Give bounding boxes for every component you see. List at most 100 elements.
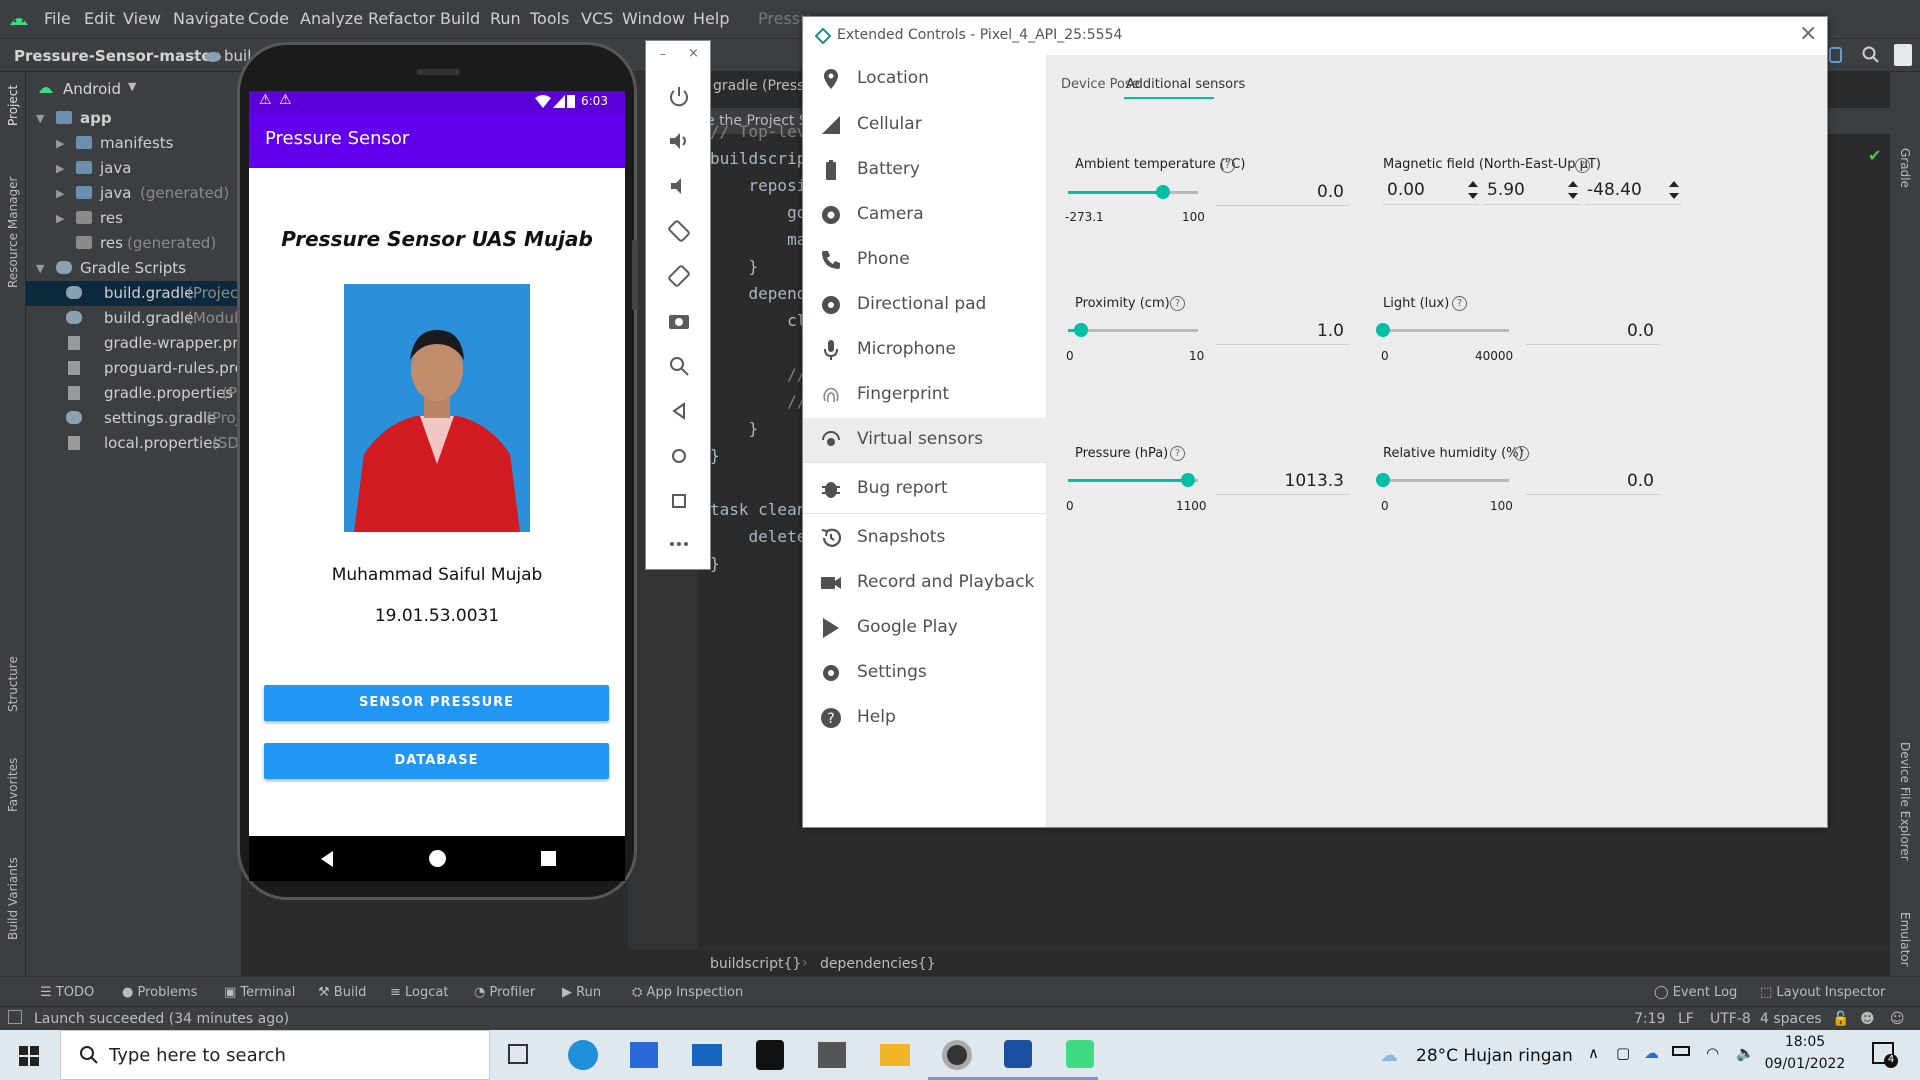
app-inspection-tool-button[interactable]: ⛭ App Inspection (632, 985, 743, 1000)
sidebar-item-microphone[interactable]: Microphone (803, 328, 1047, 372)
volume-down-icon[interactable] (666, 173, 692, 199)
sensor-pressure-button[interactable]: SENSOR PRESSURE (264, 685, 609, 721)
android-studio-taskbar-icon[interactable] (1066, 1040, 1094, 1068)
menu-vcs[interactable]: VCS (581, 9, 613, 28)
tab-additional-sensors[interactable]: Additional sensors (1126, 77, 1245, 92)
user-icon[interactable]: ☻ (1860, 1011, 1875, 1027)
mail-icon[interactable] (692, 1044, 722, 1066)
status-message[interactable]: Launch succeeded (34 minutes ago) (34, 1011, 289, 1027)
store-icon[interactable] (630, 1042, 658, 1068)
spinner-arrows-icon[interactable] (1567, 179, 1579, 201)
tree-item-proguard-rules[interactable]: proguard-rules.pro (26, 356, 241, 381)
menu-code[interactable]: Code (248, 9, 289, 28)
ide-sync-icon[interactable] (1894, 44, 1912, 66)
sidebar-item-battery[interactable]: Battery (803, 148, 1047, 192)
menu-build[interactable]: Build (440, 9, 480, 28)
tree-item-gradle-scripts[interactable]: ▼ Gradle Scripts (26, 256, 241, 281)
menu-help[interactable]: Help (693, 9, 729, 28)
device-file-explorer-tool-tab[interactable]: Device File Explorer (1898, 742, 1912, 861)
tree-item-manifests[interactable]: ▶ manifests (26, 131, 241, 156)
back-nav-icon[interactable] (319, 850, 335, 868)
relative-humidity-slider[interactable] (1376, 473, 1390, 487)
status-toggle-icon[interactable] (8, 1010, 22, 1024)
search-everywhere-icon[interactable] (1862, 46, 1880, 64)
breadcrumb-dependencies[interactable]: dependencies{} (820, 956, 936, 972)
help-icon[interactable]: ? (1220, 158, 1235, 173)
power-icon[interactable] (666, 83, 692, 109)
nav-project-name[interactable]: Pressure-Sensor-master (14, 47, 219, 65)
build-variants-tool-tab[interactable]: Build Variants (6, 857, 20, 940)
task-view-icon[interactable] (508, 1044, 528, 1064)
build-tool-button[interactable]: ⚒ Build (318, 985, 366, 1000)
minimize-icon[interactable]: – (660, 47, 666, 61)
cloud-sync-icon[interactable]: ☁ (1644, 1044, 1659, 1062)
magnetic-field-x-input[interactable]: 0.00 (1383, 175, 1479, 205)
menu-run[interactable]: Run (490, 9, 521, 28)
overview-icon[interactable] (666, 488, 692, 514)
word-icon[interactable] (1004, 1040, 1032, 1068)
clock-time[interactable]: 18:05 (1770, 1034, 1840, 1050)
tree-item-java[interactable]: ▶ java (26, 156, 241, 181)
database-button[interactable]: DATABASE (264, 743, 609, 779)
windows-start-icon[interactable] (19, 1046, 39, 1066)
help-icon[interactable]: ? (1170, 296, 1185, 311)
layout-inspector-tool-button[interactable]: ⬚ Layout Inspector (1760, 985, 1885, 1000)
proximity-input[interactable]: 1.0 (1216, 317, 1350, 345)
tree-item-res[interactable]: ▶ res (26, 206, 241, 231)
project-view-selector[interactable]: Android (63, 80, 121, 98)
sidebar-item-record-and-playback[interactable]: Record and Playback (803, 561, 1047, 605)
device-manager-icon[interactable] (1826, 45, 1846, 65)
help-icon[interactable]: ? (1170, 446, 1185, 461)
battery-tray-icon[interactable] (1672, 1046, 1690, 1056)
edge-browser-icon[interactable] (568, 1040, 598, 1070)
ambient-temperature-input[interactable]: 0.0 (1216, 178, 1350, 206)
emulator-tool-tab[interactable]: Emulator (1898, 912, 1912, 967)
back-icon[interactable] (666, 398, 692, 424)
sidebar-item-location[interactable]: Location (803, 57, 1047, 101)
menu-tools[interactable]: Tools (530, 9, 569, 28)
help-icon[interactable]: ? (1452, 296, 1467, 311)
lock-icon[interactable]: 🔓 (1832, 1011, 1849, 1027)
home-icon[interactable] (666, 443, 692, 469)
sidebar-item-settings[interactable]: Settings (803, 651, 1047, 695)
magnetic-field-z-input[interactable]: -48.40 (1585, 175, 1681, 205)
sidebar-item-phone[interactable]: Phone (803, 238, 1047, 282)
dolby-app-icon[interactable] (756, 1040, 784, 1070)
resource-manager-tool-tab[interactable]: Resource Manager (6, 177, 20, 288)
home-nav-icon[interactable] (429, 850, 446, 867)
todo-tool-button[interactable]: ☰ TODO (40, 985, 94, 1000)
close-window-icon[interactable]: × (1799, 21, 1817, 46)
menu-file[interactable]: File (44, 9, 71, 28)
run-tool-button[interactable]: ▶ Run (562, 985, 601, 1000)
close-icon[interactable]: × (688, 46, 699, 61)
sidebar-item-virtual-sensors[interactable]: Virtual sensors (803, 418, 1047, 462)
profiler-tool-button[interactable]: ◔ Profiler (474, 985, 535, 1000)
proximity-slider[interactable] (1074, 323, 1088, 337)
relative-humidity-input[interactable]: 0.0 (1526, 467, 1660, 495)
spinner-arrows-icon[interactable] (1467, 179, 1479, 201)
tree-item-java-generated[interactable]: ▶ java (generated) (26, 181, 241, 206)
tree-item-settings-gradle[interactable]: settings.gradle (Proj (26, 406, 241, 431)
wifi-tray-icon[interactable]: ◠ (1706, 1044, 1719, 1062)
ambient-temperature-slider[interactable] (1156, 185, 1171, 199)
volume-up-icon[interactable] (666, 128, 692, 154)
project-tool-tab[interactable]: Project (6, 85, 20, 126)
logcat-tool-button[interactable]: ≡ Logcat (390, 985, 448, 1000)
help-icon[interactable]: ? (1575, 158, 1590, 173)
tree-item-res-generated[interactable]: res (generated) (26, 231, 241, 256)
menu-refactor[interactable]: Refactor (368, 9, 435, 28)
sidebar-item-snapshots[interactable]: Snapshots (803, 516, 1047, 560)
caret-position[interactable]: 7:19 (1634, 1011, 1665, 1027)
event-log-tool-button[interactable]: ◯ Event Log (1654, 985, 1737, 1000)
terminal-tool-button[interactable]: ▣ Terminal (224, 985, 295, 1000)
phone-screen[interactable]: ⚠ ⚠ 6:03 Pressure Sensor Pressure Sensor… (249, 91, 625, 836)
sidebar-item-help[interactable]: ? Help (803, 696, 1047, 740)
menu-analyze[interactable]: Analyze (300, 9, 363, 28)
file-explorer-icon[interactable] (880, 1044, 910, 1066)
pressure-input[interactable]: 1013.3 (1216, 467, 1350, 495)
weather-text[interactable]: 28°C Hujan ringan (1416, 1046, 1573, 1066)
rotate-left-icon[interactable] (666, 218, 692, 244)
tree-item-local-properties[interactable]: local.properties (SD (26, 431, 241, 456)
tree-item-build-gradle-project[interactable]: build.gradle (Projec (26, 281, 241, 306)
indent-setting[interactable]: 4 spaces (1760, 1011, 1822, 1027)
